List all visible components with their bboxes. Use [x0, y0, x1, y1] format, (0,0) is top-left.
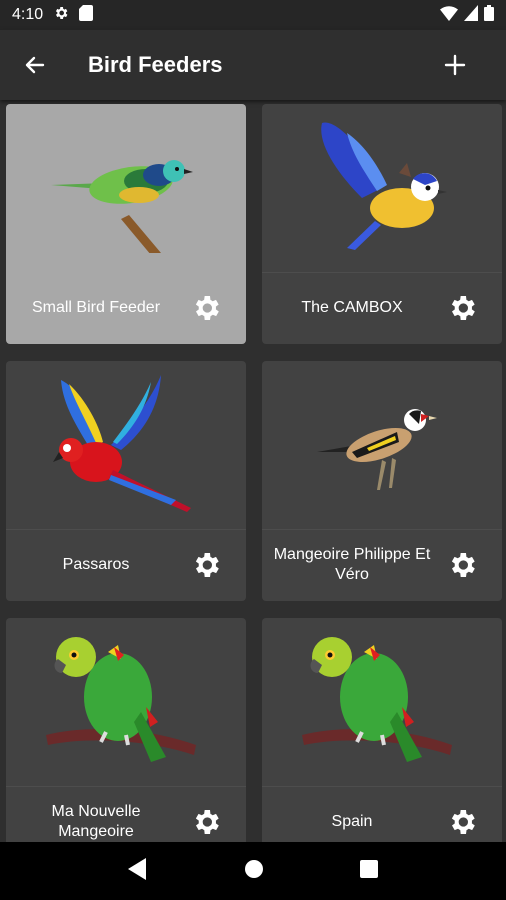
goldfinch-bird-image — [262, 361, 502, 529]
wifi-icon — [440, 5, 458, 26]
feeder-settings-button[interactable] — [444, 290, 480, 326]
feeder-card[interactable]: Spain — [262, 618, 502, 842]
feeder-card[interactable]: Passaros — [6, 361, 246, 601]
feeder-name: Passaros — [62, 556, 130, 573]
amazon-parrot-bird-image — [6, 618, 246, 786]
feeder-settings-button[interactable] — [444, 804, 480, 840]
feeder-settings-button[interactable] — [188, 290, 224, 326]
macaw-bird-image — [6, 361, 246, 529]
nav-home-button[interactable] — [244, 859, 264, 884]
triangle-back-icon — [128, 857, 146, 880]
app-bar: Bird Feeders — [0, 30, 506, 100]
blue-tit-bird-image — [262, 104, 502, 272]
gear-icon — [195, 296, 219, 320]
page-title: Bird Feeders — [88, 52, 223, 77]
card-divider — [262, 529, 502, 530]
feeder-name: Spain — [331, 813, 373, 830]
arrow-back-icon — [25, 56, 45, 74]
feeder-card[interactable]: Mangeoire Philippe Et Véro — [262, 361, 502, 601]
amazon-parrot-bird-image — [262, 618, 502, 786]
card-divider — [6, 786, 246, 787]
feeder-settings-button[interactable] — [188, 547, 224, 583]
battery-icon — [484, 4, 494, 26]
feeder-name: The CAMBOX — [301, 299, 403, 316]
feeder-settings-button[interactable] — [444, 547, 480, 583]
feeder-name: Mangeoire Philippe Et Véro — [273, 546, 431, 583]
gear-icon — [451, 810, 475, 834]
add-feeder-button[interactable] — [420, 30, 490, 100]
plus-icon — [444, 54, 466, 76]
card-divider — [262, 272, 502, 273]
square-recents-icon — [360, 859, 378, 878]
card-divider — [262, 786, 502, 787]
cell-signal-icon — [464, 4, 478, 26]
nav-recents-button[interactable] — [360, 859, 378, 883]
feeder-settings-button[interactable] — [188, 804, 224, 840]
system-navigation-bar — [0, 842, 506, 900]
circle-home-icon — [245, 859, 263, 878]
card-divider — [6, 529, 246, 530]
settings-status-icon — [53, 5, 69, 26]
sd-card-icon — [79, 4, 94, 26]
feeder-card[interactable]: The CAMBOX — [262, 104, 502, 344]
nav-back-button[interactable] — [128, 857, 148, 885]
feeder-grid: Small Bird Feeder The CAMBOX Passaros Ma… — [0, 100, 506, 842]
feeder-name: Small Bird Feeder — [31, 299, 161, 316]
status-time: 4:10 — [12, 6, 44, 23]
back-button[interactable] — [0, 30, 70, 100]
gear-icon — [195, 810, 219, 834]
gear-icon — [451, 296, 475, 320]
feeder-card[interactable]: Ma Nouvelle Mangeoire — [6, 618, 246, 842]
gear-icon — [451, 553, 475, 577]
tanager-bird-image — [6, 104, 246, 272]
gear-icon — [195, 553, 219, 577]
feeder-card[interactable]: Small Bird Feeder — [6, 104, 246, 344]
status-bar: 4:10 — [0, 0, 506, 30]
feeder-name: Ma Nouvelle Mangeoire — [51, 803, 141, 840]
